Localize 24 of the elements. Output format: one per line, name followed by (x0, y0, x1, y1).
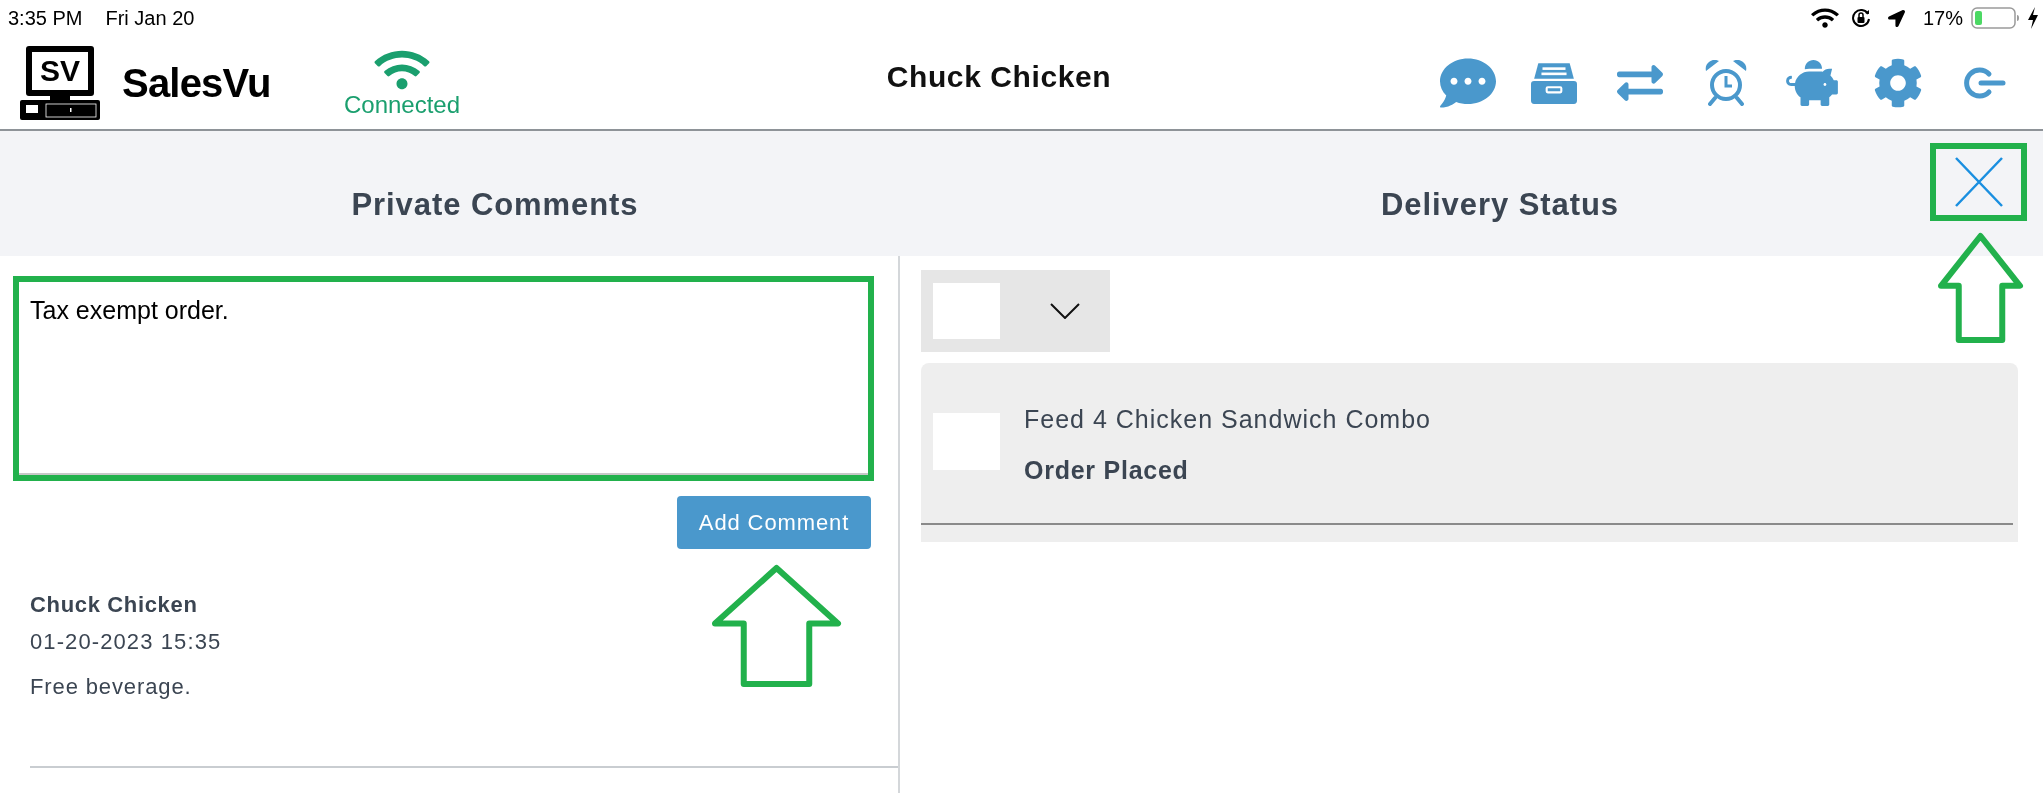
thumbnail-placeholder (933, 283, 1000, 339)
close-button[interactable] (1953, 155, 2004, 209)
comment-timestamp: 01-20-2023 15:35 (30, 628, 223, 656)
brand-name: SalesVu (122, 59, 272, 107)
location-arrow-icon (1887, 9, 1905, 27)
battery-icon (1971, 7, 2021, 29)
connection-status: Connected (343, 91, 461, 118)
page-title: Chuck Chicken (885, 59, 1113, 95)
rotation-lock-icon (1850, 8, 1871, 28)
logo-screen: SV (26, 45, 94, 96)
chevron-down-icon (1050, 303, 1080, 319)
wifi-icon (1810, 7, 1839, 29)
battery-percent: 17% (1922, 6, 1963, 31)
close-icon (1954, 157, 2003, 207)
charging-bolt-icon (2027, 7, 2039, 29)
status-time: 3:35 PM (8, 6, 83, 31)
section-heading: Private Comments (351, 186, 639, 225)
order-status: Order Placed (1024, 455, 1190, 485)
section-heading: Delivery Status (1381, 186, 1619, 225)
order-name: Feed 4 Chicken Sandwich Combo (1024, 404, 1431, 434)
comment-author: Chuck Chicken (30, 591, 199, 619)
cash-drawer-icon (20, 95, 100, 120)
status-date: Fri Jan 20 (105, 6, 195, 31)
comment-text: Free beverage. (30, 673, 193, 701)
